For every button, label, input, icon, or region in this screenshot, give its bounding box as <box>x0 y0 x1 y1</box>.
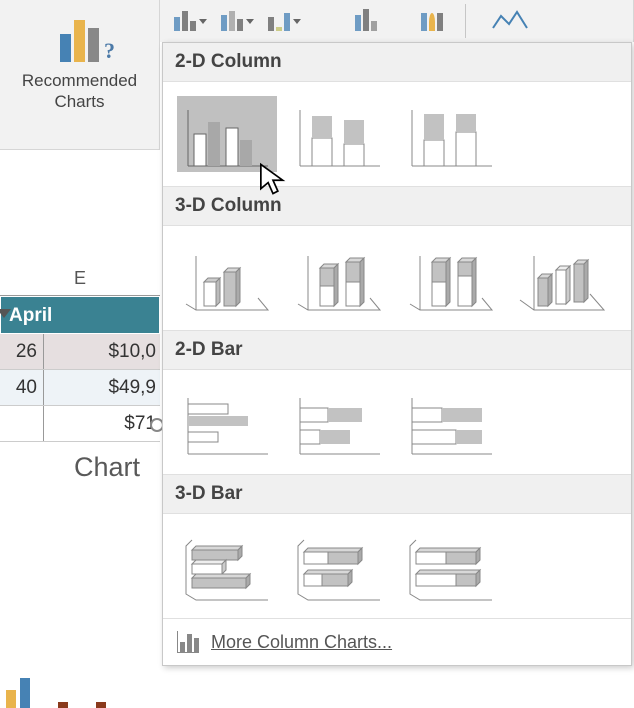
cell[interactable]: 26 <box>0 334 44 369</box>
stacked-bar-100-thumb[interactable] <box>401 384 501 460</box>
clustered-bar-3d-thumb[interactable] <box>177 528 277 604</box>
insert-bar-chart-button[interactable] <box>219 4 256 38</box>
ribbon-chart-type-strip <box>160 0 634 42</box>
stacked-column-3d-thumb[interactable] <box>289 240 389 316</box>
worksheet-fragment: E April 26 $10,0 40 $49,9 $71 <box>0 260 160 442</box>
map-chart-icon <box>421 11 443 31</box>
clustered-column-3d-thumb[interactable] <box>177 240 277 316</box>
table-row[interactable]: $71 <box>0 406 160 442</box>
insert-column-chart-button[interactable] <box>172 4 209 38</box>
section-2d-bar-label: 2-D Bar <box>163 330 631 370</box>
stacked-column-3d-100-thumb[interactable] <box>401 240 501 316</box>
stacked-bar-thumb[interactable] <box>289 384 389 460</box>
insert-combo-chart-button[interactable] <box>266 4 303 38</box>
insert-sparkline-button[interactable] <box>489 4 533 38</box>
section-3d-bar <box>163 514 631 618</box>
statistic-chart-icon <box>355 11 377 31</box>
column-chart-icon <box>174 11 196 31</box>
column-header-cell[interactable]: April <box>0 296 160 334</box>
recommended-charts-button[interactable]: ? Recommended Charts <box>0 0 160 150</box>
section-2d-column <box>163 82 631 186</box>
filter-dropdown-icon[interactable] <box>0 309 11 318</box>
stacked-bar-3d-100-icon <box>406 536 496 604</box>
clustered-bar-thumb[interactable] <box>177 384 277 460</box>
insert-map-chart-button[interactable] <box>419 4 445 38</box>
section-3d-column-label: 3-D Column <box>163 186 631 226</box>
section-3d-column <box>163 226 631 330</box>
section-3d-bar-label: 3-D Bar <box>163 474 631 514</box>
embedded-chart-title: Chart <box>74 452 140 483</box>
cell[interactable]: 40 <box>0 370 44 405</box>
stacked-column-3d-100-icon <box>406 248 496 316</box>
stacked-column-100-thumb[interactable] <box>401 96 501 172</box>
more-column-charts-button[interactable]: More Column Charts... <box>163 618 631 665</box>
stacked-column-3d-icon <box>294 248 384 316</box>
combo-chart-icon <box>268 11 290 31</box>
stacked-bar-100-icon <box>406 392 496 460</box>
bar-chart-icon <box>221 11 243 31</box>
section-2d-bar <box>163 370 631 474</box>
sparkline-icon <box>491 8 531 34</box>
stacked-bar-3d-thumb[interactable] <box>289 528 389 604</box>
embedded-chart-fragment <box>6 672 146 708</box>
column-3d-icon <box>518 248 608 316</box>
recommended-charts-label: Recommended Charts <box>22 70 137 113</box>
more-column-charts-label: More Column Charts... <box>211 632 392 653</box>
column-heading[interactable]: E <box>0 260 160 296</box>
clustered-bar-icon <box>182 392 272 460</box>
table-row[interactable]: 26 $10,0 <box>0 334 160 370</box>
stacked-column-icon <box>294 104 384 172</box>
column-header-label: April <box>9 305 52 326</box>
chevron-down-icon <box>246 19 254 24</box>
cell[interactable]: $10,0 <box>44 334 160 369</box>
stacked-bar-3d-icon <box>294 536 384 604</box>
stacked-column-thumb[interactable] <box>289 96 389 172</box>
section-2d-column-label: 2-D Column <box>163 43 631 82</box>
cell[interactable]: $71 <box>44 406 160 441</box>
cell[interactable] <box>0 406 44 441</box>
chevron-down-icon <box>199 19 207 24</box>
column-3d-thumb[interactable] <box>513 240 613 316</box>
stacked-bar-icon <box>294 392 384 460</box>
clustered-column-icon <box>182 104 272 172</box>
clustered-column-thumb[interactable] <box>177 96 277 172</box>
column-chart-small-icon <box>177 631 199 653</box>
table-row[interactable]: 40 $49,9 <box>0 370 160 406</box>
clustered-bar-3d-icon <box>182 536 272 604</box>
recommended-charts-icon: ? <box>60 12 99 62</box>
stacked-column-100-icon <box>406 104 496 172</box>
cell[interactable]: $49,9 <box>44 370 160 405</box>
chevron-down-icon <box>293 19 301 24</box>
insert-statistic-chart-button[interactable] <box>353 4 379 38</box>
column-chart-gallery-panel: 2-D Column <box>162 42 632 666</box>
stacked-bar-3d-100-thumb[interactable] <box>401 528 501 604</box>
clustered-column-3d-icon <box>182 248 272 316</box>
